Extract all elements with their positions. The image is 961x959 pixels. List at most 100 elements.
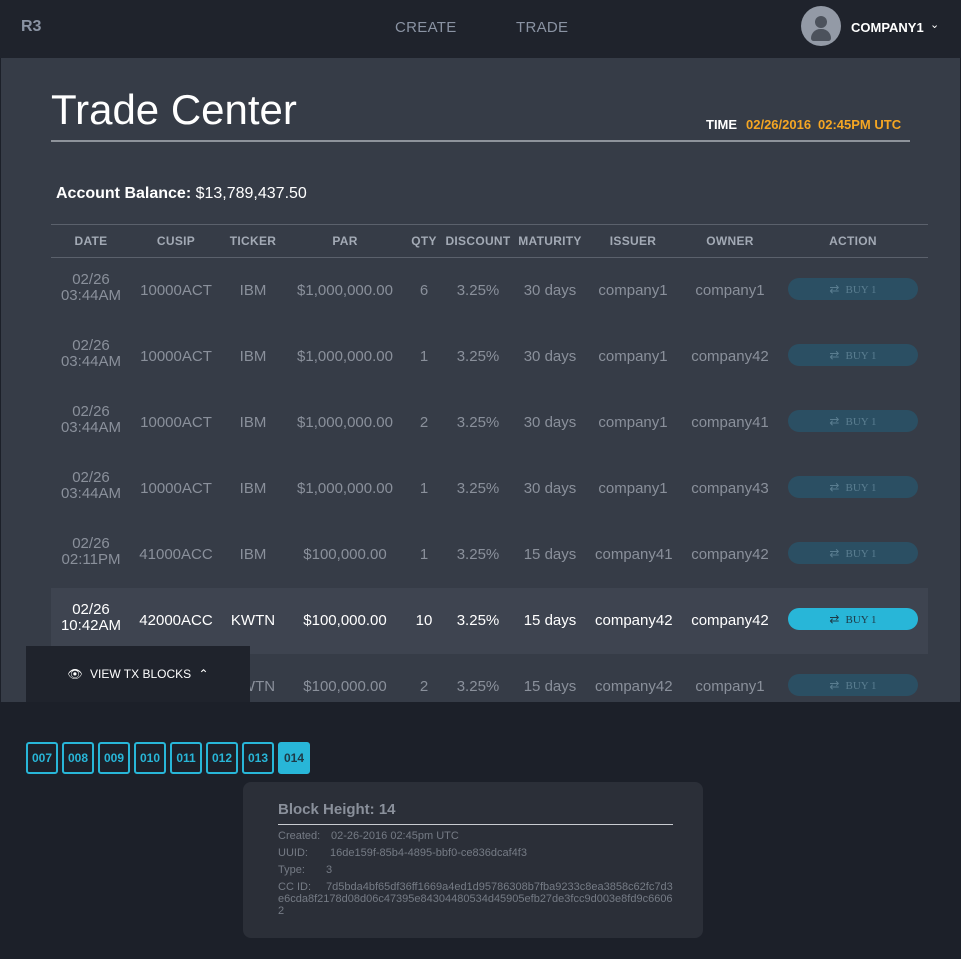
row-maturity: 30 days (523, 282, 577, 299)
row-ticker: IBM (239, 282, 267, 299)
created-value: 02-26-2016 02:45pm UTC (331, 830, 459, 842)
view-tx-blocks-toggle[interactable]: 👁 VIEW TX BLOCKS ⌃ (26, 646, 250, 702)
table-row: 02/26 03:44AM 10000ACT IBM $1,000,000.00 … (51, 390, 928, 456)
time-label: TIME (706, 117, 738, 132)
user-avatar-icon[interactable] (801, 6, 841, 46)
row-cusip: 42000ACC (139, 612, 213, 629)
view-tx-blocks-label: VIEW TX BLOCKS (90, 667, 192, 681)
app-logo[interactable]: R3 (21, 18, 41, 36)
buy-button[interactable]: ⇄ BUY 1 (788, 674, 918, 696)
row-owner: company43 (691, 480, 769, 497)
time-date: 02/26/2016 (746, 117, 812, 132)
table-row-selected[interactable]: 02/26 10:42AM 42000ACC KWTN $100,000.00 1… (51, 588, 928, 654)
block-button[interactable]: 011 (170, 742, 202, 774)
type-value: 3 (326, 864, 333, 876)
block-detail-divider (278, 824, 673, 825)
row-par: $100,000.00 (303, 678, 387, 695)
row-owner: company42 (691, 348, 769, 365)
row-issuer: company1 (598, 414, 668, 431)
row-issuer: company42 (595, 612, 673, 629)
balance-value: $13,789,437.50 (195, 185, 307, 202)
block-height-title: Block Height: 14 (278, 801, 396, 818)
header-issuer[interactable]: ISSUER (595, 234, 671, 248)
row-ticker: IBM (239, 348, 267, 365)
row-discount: 3.25% (456, 282, 500, 299)
row-maturity: 15 days (523, 612, 577, 629)
row-cusip: 10000ACT (140, 480, 212, 497)
row-cusip: 10000ACT (140, 282, 212, 299)
type-label: Type: (278, 864, 305, 876)
nav-create[interactable]: CREATE (395, 19, 457, 36)
row-ticker: IBM (239, 546, 267, 563)
created-label: Created: (278, 830, 321, 842)
row-issuer: company1 (598, 480, 668, 497)
buy-button[interactable]: ⇄ BUY 1 (788, 476, 918, 498)
row-date: 02/26 02:11PM (61, 535, 121, 568)
row-par: $1,000,000.00 (297, 480, 393, 497)
row-date: 02/26 03:44AM (60, 271, 122, 304)
buy-button[interactable]: ⇄ BUY 1 (788, 410, 918, 432)
exchange-icon: ⇄ (829, 282, 840, 296)
nav-trade[interactable]: TRADE (516, 19, 568, 36)
exchange-icon: ⇄ (829, 546, 840, 560)
row-discount: 3.25% (456, 612, 500, 629)
uuid-value: 16de159f-85b4-4895-bbf0-ce836dcaf4f3 (330, 847, 527, 859)
row-owner: company41 (691, 414, 769, 431)
header-owner[interactable]: OWNER (690, 234, 770, 248)
account-balance: Account Balance: $13,789,437.50 (56, 185, 307, 203)
exchange-icon: ⇄ (829, 480, 840, 494)
block-button[interactable]: 012 (206, 742, 238, 774)
header-par[interactable]: PAR (295, 234, 395, 248)
row-par: $100,000.00 (303, 612, 387, 629)
header-ticker[interactable]: TICKER (223, 234, 283, 248)
page-title: Trade Center (51, 86, 297, 133)
buy-button[interactable]: ⇄ BUY 1 (788, 608, 918, 630)
row-issuer: company1 (598, 348, 668, 365)
row-cusip: 41000ACC (139, 546, 213, 563)
chevron-down-icon[interactable]: ⌄ (930, 18, 939, 31)
row-ticker: KWTN (230, 612, 276, 629)
row-par: $1,000,000.00 (297, 348, 393, 365)
balance-label: Account Balance: (56, 185, 192, 202)
header-cusip[interactable]: CUSIP (136, 234, 216, 248)
exchange-icon: ⇄ (829, 612, 840, 626)
buy-button[interactable]: ⇄ BUY 1 (788, 344, 918, 366)
row-qty: 2 (419, 678, 429, 695)
header-qty[interactable]: QTY (406, 234, 442, 248)
row-owner: company42 (691, 546, 769, 563)
table-header: DATE CUSIP TICKER PAR QTY DISCOUNT MATUR… (51, 224, 928, 258)
chevron-up-icon: ⌃ (198, 667, 209, 681)
block-button[interactable]: 008 (62, 742, 94, 774)
row-qty: 10 (415, 612, 433, 629)
buy-button[interactable]: ⇄ BUY 1 (788, 542, 918, 564)
row-discount: 3.25% (456, 480, 500, 497)
eye-icon: 👁 (67, 667, 83, 681)
row-issuer: company1 (598, 282, 668, 299)
block-button[interactable]: 013 (242, 742, 274, 774)
row-ticker: IBM (239, 480, 267, 497)
ccid-field: CC ID: 7d5bda4bf65df36ff1669a4ed1d957863… (278, 881, 678, 917)
header-maturity[interactable]: MATURITY (515, 234, 585, 248)
row-qty: 6 (419, 282, 429, 299)
user-menu-label[interactable]: COMPANY1 (851, 20, 924, 35)
row-discount: 3.25% (456, 348, 500, 365)
header-date[interactable]: DATE (51, 234, 131, 248)
row-date: 02/26 03:44AM (60, 337, 122, 370)
header-action: ACTION (829, 234, 877, 248)
block-detail-card: Block Height: 14 Created: 02-26-2016 02:… (243, 782, 703, 938)
block-button[interactable]: 009 (98, 742, 130, 774)
table-row: 02/26 03:44AM 10000ACT IBM $1,000,000.00 … (51, 456, 928, 522)
table-row: 02/26 03:44AM 10000ACT IBM $1,000,000.00 … (51, 324, 928, 390)
ccid-label: CC ID: (278, 881, 311, 893)
row-maturity: 15 days (523, 546, 577, 563)
block-button[interactable]: 007 (26, 742, 58, 774)
row-owner: company1 (695, 282, 765, 299)
buy-button[interactable]: ⇄ BUY 1 (788, 278, 918, 300)
block-button[interactable]: 010 (134, 742, 166, 774)
header-discount[interactable]: DISCOUNT (444, 234, 512, 248)
row-qty: 1 (419, 348, 429, 365)
time-clock: 02:45PM UTC (818, 117, 902, 132)
title-divider (51, 140, 910, 142)
block-button-active[interactable]: 014 (278, 742, 310, 774)
row-date: 02/26 03:44AM (60, 403, 122, 436)
